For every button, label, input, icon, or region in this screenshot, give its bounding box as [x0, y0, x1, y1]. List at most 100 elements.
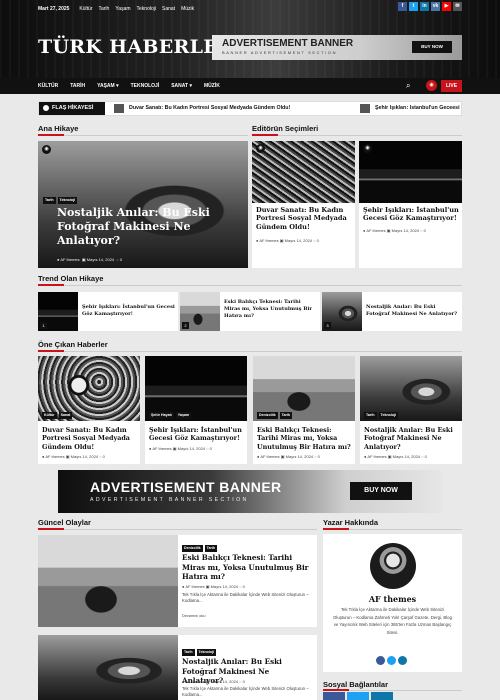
trending-number: 1	[40, 322, 47, 329]
card-title[interactable]: Şehir Işıkları: İstanbul'un Gecesi Göz K…	[363, 206, 459, 223]
tag-badge[interactable]: Tarih	[43, 197, 56, 204]
tag-badge[interactable]: Teknoloji	[378, 412, 399, 419]
tag-badge[interactable]: Sanat	[58, 412, 73, 419]
card-excerpt: Tek Tıkla İçe Aktarma ile Dakikalar İçin…	[182, 686, 309, 697]
top-link-tarih[interactable]: Tarih	[98, 6, 109, 12]
author-name[interactable]: AF themes	[152, 446, 171, 451]
card-title[interactable]: Duvar Sanatı: Bu Kadın Portresi Sosyal M…	[42, 426, 138, 451]
featured-card[interactable]: Tarih Teknoloji Nostaljik Anılar: Bu Eski…	[360, 356, 462, 464]
linkedin-icon[interactable]	[398, 656, 407, 665]
ad-buy-button[interactable]: BUY NOW	[412, 41, 452, 53]
tag-badge[interactable]: Tarih	[279, 412, 293, 419]
comment-count: 0	[209, 446, 212, 451]
top-link-kultur[interactable]: Kültür	[79, 6, 92, 12]
comment-icon: ◌	[116, 257, 119, 262]
trending-title[interactable]: Nostaljik Anılar: Bu Eski Fotoğraf Makin…	[366, 304, 460, 318]
tag-badge[interactable]: Denizcilik	[257, 412, 278, 419]
author-name[interactable]: AF themes	[367, 454, 386, 459]
tag-badge[interactable]: Tarih	[204, 545, 218, 552]
ticker-thumbnail	[114, 104, 124, 113]
comment-count: 0	[316, 238, 319, 243]
trending-item[interactable]: 3 Nostaljik Anılar: Bu Eski Fotoğraf Mak…	[322, 292, 462, 331]
live-indicator-icon[interactable]: ◉	[426, 80, 437, 91]
author-name[interactable]: AF themes	[45, 454, 64, 459]
card-meta: ● AF themes ▣ Mayıs 14, 2024 ◌ 0	[182, 679, 245, 684]
trending-item[interactable]: 2 Eski Balıkçı Teknesi: Tarihi Miras mı,…	[180, 292, 320, 331]
card-title[interactable]: Nostaljik Anılar: Bu Eski Fotoğraf Makin…	[364, 426, 460, 451]
ticker-item[interactable]: Şehir Işıkları: İstanbul'un Geceesi Göz …	[375, 105, 461, 111]
news-list-item[interactable]: Denizcilik Tarih Eski Balıkçı Teknesi: Ta…	[38, 535, 317, 627]
featured-card[interactable]: Kültür Sanat Duvar Sanatı: Bu Kadın Portr…	[38, 356, 140, 464]
ad-title: ADVERTISEMENT BANNER	[222, 38, 354, 49]
top-bar: Mart 27, 2025 Kültür Tarih Yaşam Teknolo…	[38, 4, 194, 14]
nav-tarih[interactable]: TARİH	[70, 83, 85, 89]
camera-format-icon: ◉	[363, 144, 372, 153]
author-name[interactable]: AF themes	[260, 454, 279, 459]
flash-news-ticker: FLAŞ HİKAYESİ Duvar Sanatı: Bu Kadın Por…	[38, 101, 462, 116]
nav-muzik[interactable]: MÜZİK	[204, 83, 220, 89]
linkedin-icon[interactable]	[371, 692, 393, 700]
tag-badge[interactable]: Tarih	[364, 412, 377, 419]
editor-pick-card[interactable]: ◉ Duvar Sanatı: Bu Kadın Portresi Sosyal…	[252, 141, 355, 268]
author-name[interactable]: AF themes	[185, 679, 204, 684]
nav-sanat[interactable]: SANAT ▾	[171, 83, 192, 89]
tag-badge[interactable]: Denizcilik	[182, 545, 203, 552]
twitter-icon[interactable]: t	[409, 2, 418, 11]
author-name[interactable]: AF themes	[185, 584, 204, 589]
featured-card[interactable]: Şehir Hayatı Yaşam Şehir Işıkları: İstanb…	[145, 356, 247, 464]
comment-count: 0	[119, 257, 123, 262]
card-meta: ● AF themes ▣ Mayıs 14, 2024 ◌ 0	[256, 238, 319, 243]
tag-badge[interactable]: Teknoloji	[196, 649, 217, 656]
linkedin-icon[interactable]: in	[420, 2, 429, 11]
author-name[interactable]: AF themes	[259, 238, 278, 243]
top-link-muzik[interactable]: Müzik	[181, 6, 194, 12]
twitter-icon[interactable]	[387, 656, 396, 665]
top-ad-banner[interactable]: ADVERTISEMENT BANNER BANNER ADVERTISEMEN…	[212, 35, 462, 60]
youtube-icon[interactable]: ▶	[442, 2, 451, 11]
main-story-title[interactable]: Nostaljik Anılar: Bu Eski Fotoğraf Makin…	[57, 206, 241, 248]
live-button[interactable]: LIVE	[441, 80, 462, 92]
calendar-icon: ▣	[81, 257, 86, 262]
ad-buy-button[interactable]: BUY NOW	[350, 482, 412, 500]
nav-kultur[interactable]: KÜLTÜR	[38, 83, 58, 89]
card-title[interactable]: Duvar Sanatı: Bu Kadın Portresi Sosyal M…	[256, 206, 352, 231]
card-meta: ● AF themes ▣ Mayıs 14, 2024 ◌ 0	[363, 228, 426, 233]
author-avatar	[370, 543, 416, 589]
tag-badge[interactable]: Şehir Hayatı	[149, 412, 174, 419]
author-name[interactable]: AF themes	[366, 228, 385, 233]
social-links: f t in vk ▶ ✉	[398, 2, 462, 11]
nav-yasam[interactable]: YAŞAM ▾	[97, 83, 119, 89]
trending-item[interactable]: 1 Şehir Işıkları: İstanbul'un Gecesi Göz…	[38, 292, 178, 331]
news-list-item[interactable]: Tarih Teknoloji Nostaljik Anılar: Bu Eski…	[38, 635, 317, 700]
author-name[interactable]: AF themes	[60, 257, 79, 262]
card-title[interactable]: Eski Balıkçı Teknesi: Tarihi Miras mı, Y…	[182, 553, 312, 582]
tag-badge[interactable]: Tarih	[182, 649, 195, 656]
tag-badge[interactable]: Teknoloji	[57, 197, 78, 204]
trending-title[interactable]: Şehir Işıkları: İstanbul'un Gecesi Göz K…	[82, 304, 176, 318]
facebook-icon[interactable]: f	[398, 2, 407, 11]
author-widget-name[interactable]: AF themes	[323, 594, 462, 604]
nav-teknoloji[interactable]: TEKNOLOJİ	[131, 83, 160, 89]
mail-icon[interactable]: ✉	[453, 2, 462, 11]
vk-icon[interactable]: vk	[431, 2, 440, 11]
tag-badge[interactable]: Kültür	[42, 412, 57, 419]
editor-pick-card[interactable]: ◉ Şehir Işıkları: İstanbul'un Gecesi Göz…	[359, 141, 462, 268]
read-more-link[interactable]: Devamını oku	[182, 613, 205, 619]
top-link-sanat[interactable]: Sanat	[162, 6, 175, 12]
top-link-yasam[interactable]: Yaşam	[115, 6, 130, 12]
facebook-icon[interactable]	[323, 692, 345, 700]
ad-subtitle: ADVERTISEMENT BANNER SECTION	[90, 497, 249, 503]
twitter-icon[interactable]	[347, 692, 369, 700]
featured-card[interactable]: Denizcilik Tarih Eski Balıkçı Teknesi: Ta…	[253, 356, 355, 464]
search-icon[interactable]: ⌕	[406, 81, 410, 91]
card-title[interactable]: Şehir Işıkları: İstanbul'un Gecesi Göz K…	[149, 426, 245, 443]
ticker-item[interactable]: Duvar Sanatı: Bu Kadın Portresi Sosyal M…	[129, 105, 290, 111]
card-image	[252, 141, 355, 203]
tag-badge[interactable]: Yaşam	[175, 412, 192, 419]
trending-title[interactable]: Eski Balıkçı Teknesi: Tarihi Miras mı, Y…	[224, 299, 318, 320]
mid-ad-banner[interactable]: ADVERTISEMENT BANNER ADVERTISEMENT BANNE…	[58, 470, 442, 513]
facebook-icon[interactable]	[376, 656, 385, 665]
main-story-card[interactable]: ◉ Tarih Teknoloji Nostaljik Anılar: Bu E…	[38, 141, 248, 268]
card-title[interactable]: Eski Balıkçı Teknesi: Tarihi Miras mı, Y…	[257, 426, 353, 451]
top-link-teknoloji[interactable]: Teknoloji	[137, 6, 156, 12]
